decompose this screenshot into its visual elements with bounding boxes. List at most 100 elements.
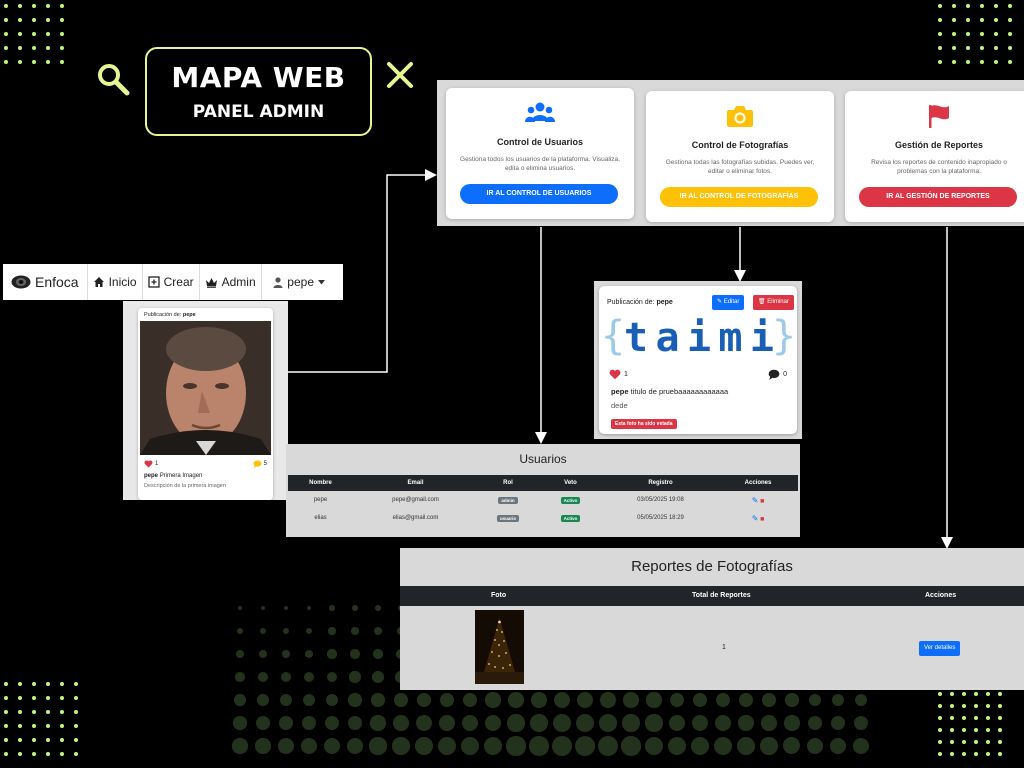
- col-header: Acciones: [925, 592, 957, 599]
- user-email-cell: elias@gmail.com: [392, 515, 439, 521]
- nav-item-inicio[interactable]: Inicio: [86, 264, 142, 300]
- post-like-count: 1: [155, 461, 159, 467]
- brand-link[interactable]: Enfoca: [3, 274, 87, 290]
- users-title: Usuarios: [519, 452, 567, 466]
- col-header: Veto: [538, 475, 603, 491]
- vetoed-badge: Esta foto ha sido vetada: [611, 419, 677, 429]
- caret-down-icon: [318, 279, 325, 284]
- photo-author: pepe: [656, 299, 673, 306]
- nav-item-crear[interactable]: Crear: [141, 264, 199, 300]
- col-header: Registro: [603, 475, 718, 491]
- comment-icon[interactable]: [768, 369, 780, 380]
- col-header: Acciones: [718, 475, 798, 491]
- user-veto-cell: Activo: [538, 509, 603, 527]
- photo-caption: pepe titulo de pruebaaaaaaaaaaaa: [611, 387, 728, 396]
- role-badge: admin: [498, 496, 518, 504]
- user-date-cell: 03/05/2025 19:08: [637, 497, 684, 503]
- comment-icon[interactable]: [253, 460, 262, 468]
- photo-likes: 1: [609, 369, 628, 380]
- admin-card-users: Control de Usuarios Gestiona todos los u…: [446, 88, 634, 219]
- reports-title: Reportes de Fotografías: [631, 558, 793, 575]
- brand-name: Enfoca: [35, 274, 79, 290]
- edit-icon[interactable]: ✎: [752, 514, 759, 523]
- users-table: Nombre Email Rol Veto Registro Acciones …: [288, 475, 798, 527]
- admin-card-desc: Revisa los reportes de contenido inaprop…: [871, 159, 1007, 176]
- post-comment-count: 5: [263, 461, 267, 467]
- user-menu[interactable]: pepe: [273, 275, 343, 289]
- navbar: Enfoca Inicio Crear Admin pepe: [3, 264, 343, 300]
- heart-icon[interactable]: [144, 460, 153, 468]
- user-email-cell: pepe@gmail.com: [392, 497, 439, 503]
- caption-user: pepe: [144, 473, 159, 479]
- reports-table-header: Foto Total de Reportes Acciones: [400, 586, 1024, 606]
- delete-button[interactable]: 🗑 Eliminar: [753, 295, 794, 310]
- post-photo[interactable]: [140, 321, 271, 455]
- post-header-prefix: Publicación de:: [144, 312, 182, 318]
- nav-item-admin[interactable]: Admin: [198, 264, 262, 300]
- post-preview: Publicación de: pepe 1 5 pepe Primera Im…: [123, 301, 288, 500]
- search-icon: [98, 64, 130, 96]
- photo-description: dede: [611, 401, 628, 410]
- admin-card-photos: Control de Fotografías Gestiona todas la…: [646, 91, 834, 222]
- home-icon: [93, 277, 104, 287]
- plus-square-icon: [147, 276, 160, 288]
- users-control-button[interactable]: IR AL CONTROL DE USUARIOS: [460, 184, 618, 204]
- admin-card-title: Gestión de Reportes: [894, 140, 984, 150]
- view-details-button[interactable]: Ver detalles: [919, 641, 961, 656]
- nav-label: Admin: [221, 275, 256, 289]
- svg-text:}: }: [772, 313, 796, 358]
- post-card[interactable]: Publicación de: pepe 1 5 pepe Primera Im…: [138, 308, 273, 500]
- table-row: pepe pepe@gmail.com admin Activo 03/05/2…: [288, 491, 798, 509]
- photo-image[interactable]: { taimi }: [599, 313, 797, 361]
- veto-badge: Activo: [560, 496, 581, 504]
- heart-icon[interactable]: [609, 369, 621, 380]
- user-icon: [273, 276, 283, 288]
- user-actions-cell: ✎ ■: [718, 509, 798, 527]
- flag-icon: [929, 105, 949, 128]
- taimi-text: taimi: [624, 315, 774, 358]
- role-badge: usuario: [496, 514, 520, 522]
- edit-button[interactable]: ✎ Editar: [712, 295, 745, 310]
- page-title: MAPA WEB: [171, 61, 346, 94]
- crown-icon: [205, 277, 217, 288]
- caption-title: Primera Imagen: [159, 473, 203, 479]
- user-role-cell: admin: [478, 491, 538, 509]
- close-icon: [387, 62, 413, 88]
- admin-card-title: Control de Fotografías: [691, 140, 789, 150]
- photo-header-prefix: Publicación de:: [607, 299, 655, 306]
- photo-detail-preview: Publicación de: pepe ✎ Editar 🗑 Eliminar…: [594, 281, 802, 439]
- reports-control-button[interactable]: IR AL GESTIÓN DE REPORTES: [859, 187, 1017, 207]
- camera-icon: [727, 106, 753, 127]
- post-description: Descripción de la primera imagen: [144, 483, 226, 489]
- admin-card-title: Control de Usuarios: [496, 137, 583, 147]
- user-role-cell: usuario: [478, 509, 538, 527]
- svg-text:{: {: [601, 313, 625, 358]
- photo-card: Publicación de: pepe ✎ Editar 🗑 Eliminar…: [599, 286, 797, 434]
- admin-card-desc: Gestiona todas las fotografías subidas. …: [665, 159, 815, 176]
- reports-panel: Reportes de Fotografías Foto Total de Re…: [400, 548, 1024, 690]
- col-header: Foto: [491, 592, 507, 599]
- post-header: Publicación de: pepe: [138, 308, 273, 322]
- trash-icon[interactable]: ■: [760, 498, 764, 505]
- post-caption: pepe Primera Imagen: [144, 473, 202, 479]
- page-subtitle: PANEL ADMIN: [192, 102, 325, 122]
- users-icon: [525, 102, 555, 122]
- edit-icon: ✎: [717, 299, 723, 305]
- col-header: Rol: [478, 475, 538, 491]
- edit-icon[interactable]: ✎: [752, 496, 759, 505]
- nav-label: Crear: [163, 275, 194, 289]
- taimi-logo: { taimi }: [601, 313, 796, 361]
- user-veto-cell: Activo: [538, 491, 603, 509]
- post-author: pepe: [182, 312, 196, 318]
- trash-icon: 🗑: [758, 299, 766, 305]
- col-header: Nombre: [288, 475, 353, 491]
- veto-badge: Activo: [560, 514, 581, 522]
- trash-icon[interactable]: ■: [760, 516, 764, 523]
- photos-control-button[interactable]: IR AL CONTROL DE FOTOGRAFÍAS: [660, 187, 818, 207]
- admin-card-reports: Gestión de Reportes Revisa los reportes …: [845, 91, 1024, 222]
- nav-label: Inicio: [108, 275, 137, 289]
- table-row: elias elias@gmail.com usuario Activo 05/…: [288, 509, 798, 527]
- report-photo-thumbnail[interactable]: [475, 610, 524, 684]
- user-name-cell: pepe: [313, 497, 328, 503]
- admin-card-desc: Gestiona todos los usuarios de la plataf…: [460, 156, 620, 173]
